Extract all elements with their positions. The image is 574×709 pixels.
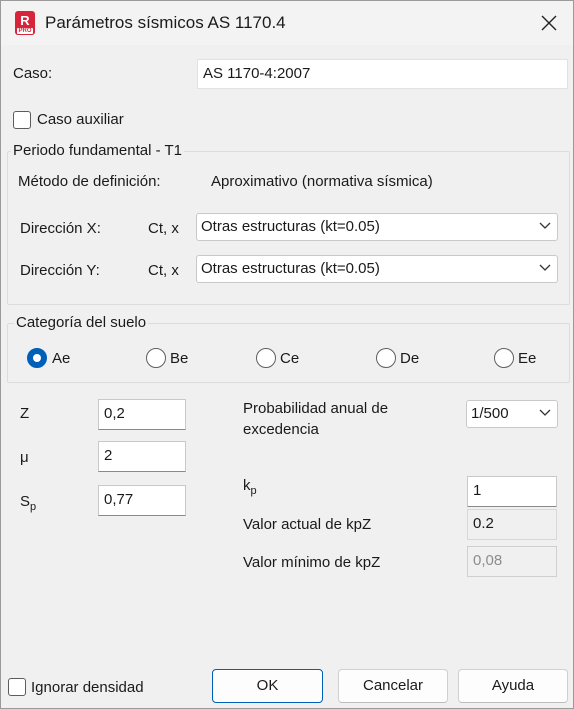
metodo-label: Método de definición: [18,173,161,190]
window-title: Parámetros sísmicos AS 1170.4 [45,13,286,32]
suelo-label-de: De [400,350,420,367]
close-icon [541,15,557,31]
caso-field[interactable]: AS 1170-4:2007 [197,59,568,89]
valor-minimo-label: Valor mínimo de kpZ [243,554,381,571]
dialog-window: R PRO Parámetros sísmicos AS 1170.4 Caso… [0,0,574,709]
direccion-y-label: Dirección Y: [20,262,100,279]
caso-auxiliar-checkbox[interactable] [13,111,31,129]
cancel-button[interactable]: Cancelar [338,669,448,703]
caso-auxiliar-label: Caso auxiliar [37,111,124,128]
ignorar-densidad-checkbox[interactable] [8,678,26,696]
kp-field[interactable]: 1 [467,476,557,507]
title-bar: R PRO Parámetros sísmicos AS 1170.4 [1,1,573,45]
sp-field[interactable]: 0,77 [98,485,186,516]
app-icon-badge: PRO [17,28,33,34]
kp-label-main: k [243,477,251,494]
sp-label-sub: p [30,501,37,513]
probabilidad-label: Probabilidad anual de excedencia [243,400,389,438]
suelo-label-ee: Ee [518,350,537,367]
periodo-group-title: Periodo fundamental - T1 [11,142,184,159]
valor-minimo-field: 0,08 [467,546,557,577]
mu-label: μ [20,449,29,466]
ok-button[interactable]: OK [212,669,323,703]
direccion-x-value: Otras estructuras (kt=0.05) [201,218,380,235]
z-label: Z [20,405,30,422]
valor-actual-label: Valor actual de kpZ [243,516,372,533]
metodo-value: Aproximativo (normativa sísmica) [211,173,433,190]
suelo-radio-ce[interactable] [256,348,276,368]
close-button[interactable] [531,7,567,39]
suelo-group-title: Categoría del suelo [14,314,149,331]
sp-label: Sp [20,493,36,513]
kp-label: kp [243,477,257,497]
direccion-x-select[interactable]: Otras estructuras (kt=0.05) [196,213,558,241]
direccion-y-select[interactable]: Otras estructuras (kt=0.05) [196,255,558,283]
caso-label: Caso: [13,65,53,82]
suelo-radio-be[interactable] [146,348,166,368]
suelo-radio-ee[interactable] [494,348,514,368]
suelo-label-be: Be [170,350,189,367]
probabilidad-select[interactable]: 1/500 [466,400,558,428]
chevron-down-icon [539,264,551,271]
z-field[interactable]: 0,2 [98,399,186,430]
probabilidad-value: 1/500 [471,405,509,422]
chevron-down-icon [539,222,551,229]
direccion-y-ct-label: Ct, x [148,262,179,279]
kp-label-sub: p [250,485,257,497]
direccion-x-label: Dirección X: [20,220,101,237]
mu-field[interactable]: 2 [98,441,186,472]
valor-actual-field: 0.2 [467,509,557,540]
help-button[interactable]: Ayuda [458,669,568,703]
suelo-radio-ae[interactable] [27,348,47,368]
direccion-x-ct-label: Ct, x [148,220,179,237]
app-icon: R PRO [15,11,35,35]
suelo-label-ce: Ce [280,350,300,367]
suelo-radio-de[interactable] [376,348,396,368]
direccion-y-value: Otras estructuras (kt=0.05) [201,260,380,277]
suelo-label-ae: Ae [52,350,71,367]
sp-label-main: S [20,493,31,510]
chevron-down-icon [539,409,551,416]
app-icon-letter: R [20,13,30,28]
ignorar-densidad-label: Ignorar densidad [31,679,144,696]
